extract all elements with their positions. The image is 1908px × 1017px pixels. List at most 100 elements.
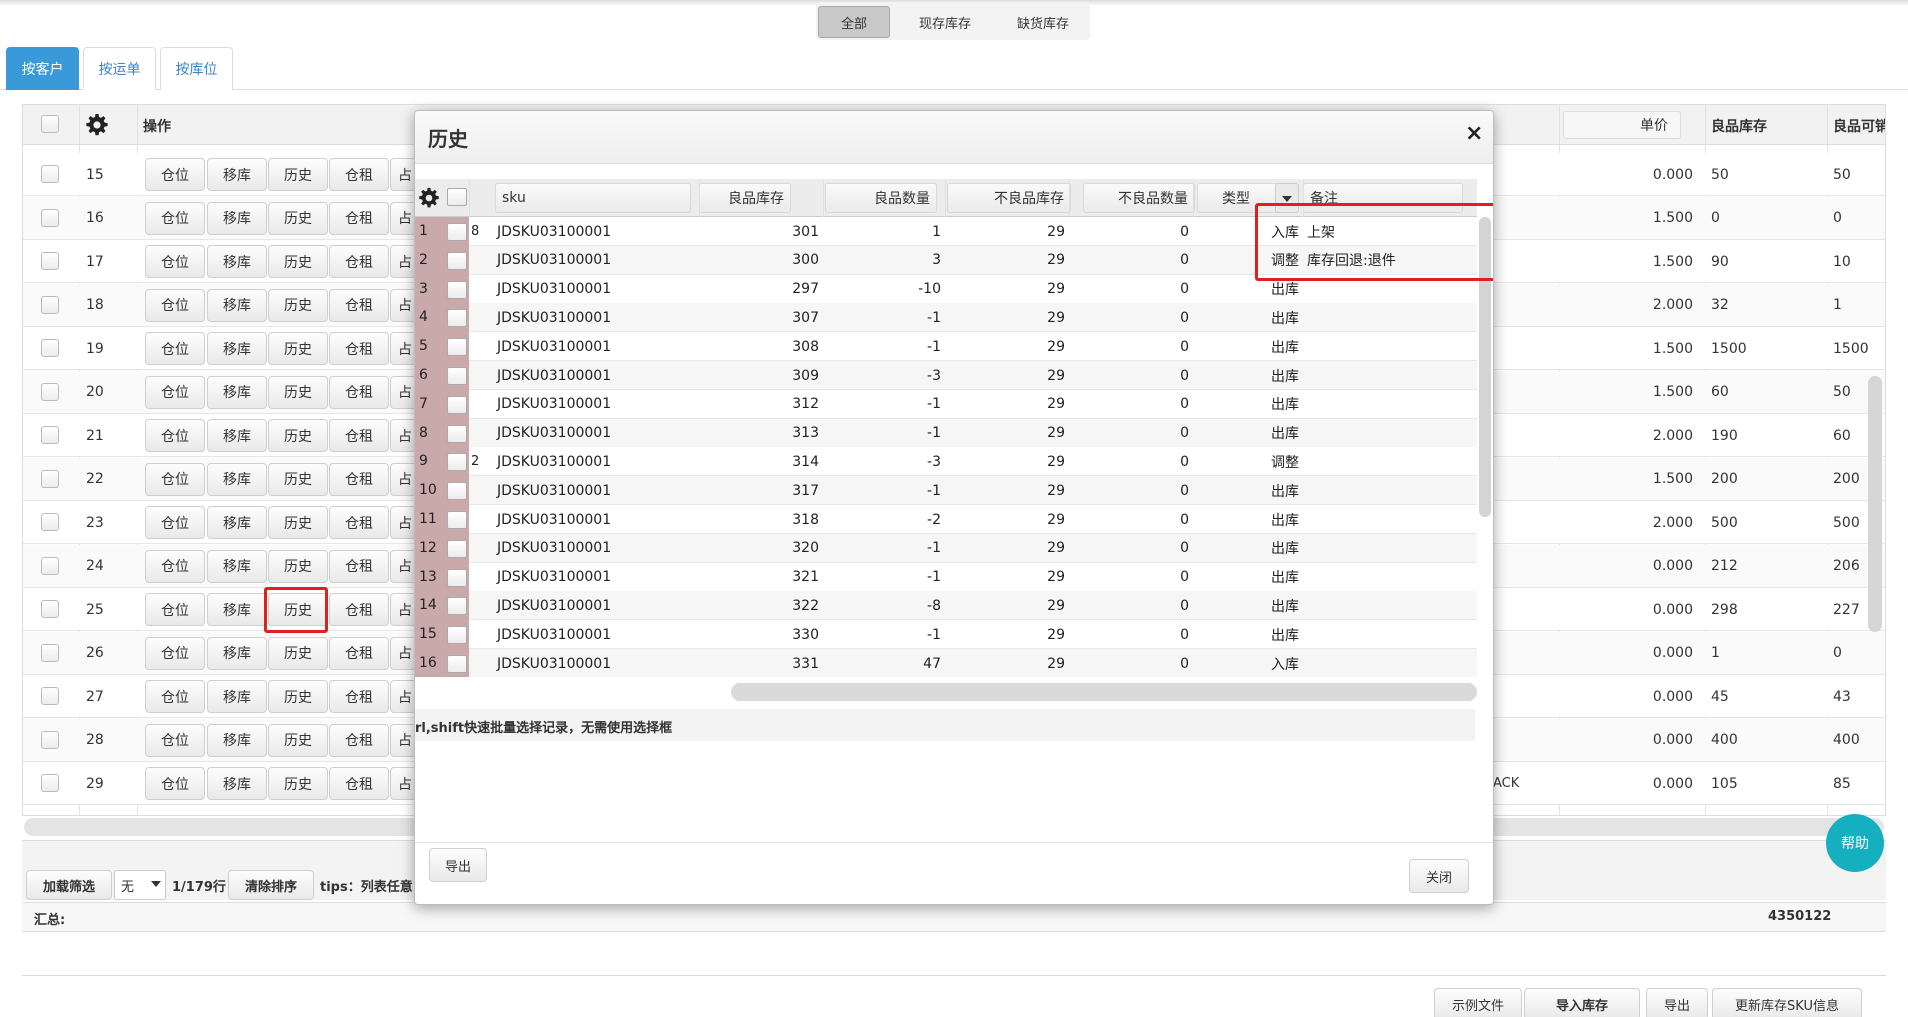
row-checkbox[interactable]	[41, 643, 59, 662]
row-checkbox[interactable]	[447, 539, 467, 558]
sku-column-header[interactable]: sku	[495, 183, 691, 213]
row-button-2[interactable]: 历史	[268, 201, 328, 235]
row-button-0[interactable]: 仓位	[145, 375, 205, 409]
row-checkbox[interactable]	[41, 687, 59, 705]
row-button-3[interactable]: 仓租	[329, 158, 389, 191]
history-row[interactable]: 4 JDSKU03100001 307 -1 29 0 出库	[415, 303, 1477, 333]
good-qty-column-header[interactable]: 良品数量	[825, 183, 937, 213]
filter-in-stock[interactable]: 现存库存	[900, 6, 990, 38]
row-button-1[interactable]: 移库	[207, 288, 267, 322]
row-checkbox[interactable]	[41, 730, 59, 749]
filter-all[interactable]: 全部	[818, 6, 890, 38]
row-checkbox[interactable]	[447, 251, 467, 270]
row-checkbox[interactable]	[41, 556, 59, 575]
history-row[interactable]: 8 JDSKU03100001 313 -1 29 0 出库	[415, 418, 1477, 448]
tab-by-location[interactable]: 按库位	[160, 47, 233, 90]
row-button-2[interactable]: 历史	[268, 636, 328, 670]
row-button-2[interactable]: 历史	[268, 245, 328, 278]
filter-preset-select[interactable]: 无	[114, 870, 166, 900]
good-stock-column-header[interactable]: 良品库存	[699, 183, 791, 213]
row-button-2[interactable]: 历史	[268, 723, 328, 757]
row-checkbox[interactable]	[447, 655, 467, 673]
row-checkbox[interactable]	[41, 382, 59, 401]
row-checkbox[interactable]	[41, 339, 59, 357]
help-button[interactable]: 帮助	[1826, 814, 1884, 872]
row-button-3[interactable]: 仓租	[329, 506, 389, 539]
tab-by-customer[interactable]: 按客户	[6, 47, 79, 90]
row-button-1[interactable]: 移库	[207, 723, 267, 757]
export-button[interactable]: 导出	[1646, 988, 1708, 1017]
row-checkbox[interactable]	[41, 774, 59, 792]
row-button-3[interactable]: 仓租	[329, 636, 389, 670]
row-button-3[interactable]: 仓租	[329, 375, 389, 409]
row-button-3[interactable]: 仓租	[329, 593, 389, 626]
row-checkbox[interactable]	[447, 367, 467, 385]
row-button-0[interactable]: 仓位	[145, 158, 205, 191]
row-button-3[interactable]: 仓租	[329, 245, 389, 278]
row-button-3[interactable]: 仓租	[329, 419, 389, 452]
row-button-0[interactable]: 仓位	[145, 245, 205, 278]
row-button-1[interactable]: 移库	[207, 245, 267, 278]
row-button-0[interactable]: 仓位	[145, 680, 205, 713]
row-button-2[interactable]: 历史	[268, 506, 328, 539]
history-row[interactable]: 14 JDSKU03100001 322 -8 29 0 出库	[415, 591, 1477, 621]
row-checkbox[interactable]	[41, 295, 59, 314]
row-checkbox[interactable]	[447, 395, 467, 414]
clear-sort-button[interactable]: 清除排序	[228, 870, 314, 900]
history-row[interactable]: 11 JDSKU03100001 318 -2 29 0 出库	[415, 505, 1477, 534]
row-checkbox[interactable]	[41, 426, 59, 444]
row-button-0[interactable]: 仓位	[145, 593, 205, 626]
row-button-3[interactable]: 仓租	[329, 680, 389, 713]
history-row[interactable]: 6 JDSKU03100001 309 -3 29 0 出库	[415, 361, 1477, 390]
row-button-0[interactable]: 仓位	[145, 462, 205, 496]
row-checkbox[interactable]	[447, 597, 467, 616]
unit-price-header[interactable]: 单价	[1563, 111, 1681, 139]
row-button-3[interactable]: 仓租	[329, 288, 389, 322]
row-button-0[interactable]: 仓位	[145, 332, 205, 365]
gear-icon[interactable]	[85, 113, 109, 137]
row-button-1[interactable]: 移库	[207, 767, 267, 800]
history-close-button[interactable]: 关闭	[1409, 859, 1469, 893]
row-checkbox[interactable]	[447, 338, 467, 357]
history-row[interactable]: 5 JDSKU03100001 308 -1 29 0 出库	[415, 332, 1477, 362]
row-checkbox[interactable]	[41, 469, 59, 488]
row-button-0[interactable]: 仓位	[145, 506, 205, 539]
grid-vertical-scrollbar[interactable]	[1868, 376, 1882, 632]
row-button-0[interactable]: 仓位	[145, 636, 205, 670]
row-checkbox[interactable]	[41, 600, 59, 618]
history-row[interactable]: 16 JDSKU03100001 331 47 29 0 入库	[415, 649, 1477, 677]
row-checkbox[interactable]	[41, 513, 59, 531]
row-checkbox[interactable]	[447, 223, 467, 241]
row-checkbox[interactable]	[447, 626, 467, 645]
row-checkbox[interactable]	[447, 280, 467, 299]
row-checkbox[interactable]	[447, 424, 467, 443]
history-row[interactable]: 12 JDSKU03100001 320 -1 29 0 出库	[415, 533, 1477, 563]
history-row[interactable]: 15 JDSKU03100001 330 -1 29 0 出库	[415, 620, 1477, 650]
row-button-2[interactable]: 历史	[268, 419, 328, 452]
history-horizontal-scrollbar[interactable]	[731, 683, 1477, 701]
history-row[interactable]: 9 2 JDSKU03100001 314 -3 29 0 调整	[415, 447, 1477, 477]
row-button-1[interactable]: 移库	[207, 680, 267, 713]
row-checkbox[interactable]	[447, 309, 467, 328]
load-filter-button[interactable]: 加载筛选	[26, 870, 112, 900]
tab-by-waybill[interactable]: 按运单	[83, 47, 156, 90]
row-button-2[interactable]: 历史	[268, 549, 328, 583]
row-button-3[interactable]: 仓租	[329, 332, 389, 365]
row-button-2[interactable]: 历史	[268, 158, 328, 191]
row-button-1[interactable]: 移库	[207, 636, 267, 670]
history-row[interactable]: 13 JDSKU03100001 321 -1 29 0 出库	[415, 562, 1477, 592]
good-stock-header[interactable]: 良品库存	[1711, 116, 1767, 136]
row-button-3[interactable]: 仓租	[329, 723, 389, 757]
select-all-checkbox[interactable]	[41, 115, 59, 133]
row-button-1[interactable]: 移库	[207, 506, 267, 539]
row-button-1[interactable]: 移库	[207, 462, 267, 496]
row-button-3[interactable]: 仓租	[329, 767, 389, 800]
row-button-1[interactable]: 移库	[207, 332, 267, 365]
gear-icon[interactable]	[418, 187, 440, 209]
row-button-3[interactable]: 仓租	[329, 201, 389, 235]
row-button-1[interactable]: 移库	[207, 201, 267, 235]
row-checkbox[interactable]	[41, 252, 59, 270]
row-checkbox[interactable]	[41, 165, 59, 183]
row-button-1[interactable]: 移库	[207, 593, 267, 626]
row-button-2[interactable]: 历史	[268, 680, 328, 713]
